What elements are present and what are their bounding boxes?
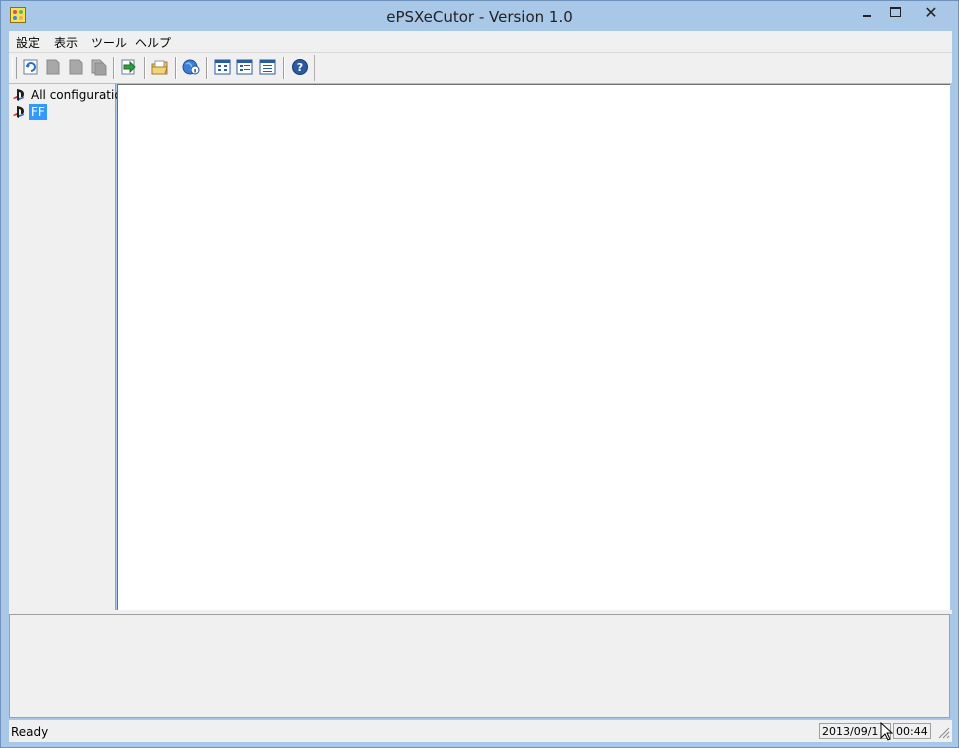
info-button[interactable]	[182, 58, 200, 76]
toolbar-separator	[206, 57, 208, 79]
list-view-icon	[259, 59, 276, 75]
toolbar: ?	[9, 53, 952, 84]
tree-item-all-configuration[interactable]: All configuration	[12, 87, 129, 103]
playstation-icon	[13, 106, 24, 118]
menu-tools[interactable]: ツール	[91, 34, 127, 51]
help-button[interactable]: ?	[291, 58, 309, 76]
document-icon	[69, 59, 83, 75]
resize-grip-icon[interactable]	[936, 725, 950, 739]
svg-text:?: ?	[297, 61, 303, 74]
large-icons-view-icon	[214, 59, 231, 75]
mouse-cursor-icon	[880, 722, 894, 741]
playstation-icon	[13, 89, 24, 101]
menu-help[interactable]: ヘルプ	[135, 34, 171, 51]
status-time: 00:44	[893, 723, 931, 739]
refresh-icon	[23, 59, 38, 75]
help-icon: ?	[292, 59, 308, 75]
open-folder-button[interactable]	[151, 58, 169, 76]
refresh-button[interactable]	[22, 58, 40, 76]
minimize-button[interactable]	[853, 3, 881, 25]
copy-document-button[interactable]	[90, 58, 108, 76]
title-bar[interactable]: ePSXeCutor - Version 1.0 ✕	[1, 1, 958, 31]
toolbar-grip[interactable]	[12, 57, 17, 79]
toolbar-end-separator	[314, 55, 315, 81]
document-copy-icon	[91, 59, 107, 76]
toolbar-separator	[113, 57, 115, 79]
menu-settings[interactable]: 設定	[16, 34, 40, 51]
toolbar-separator	[283, 57, 285, 79]
exit-arrow-icon	[121, 59, 136, 75]
game-list-pane[interactable]	[117, 84, 950, 611]
tree-item-label: FF	[29, 104, 47, 120]
status-text: Ready	[11, 725, 49, 739]
menu-view[interactable]: 表示	[54, 34, 78, 51]
status-bar: Ready 2013/09/1 00:44	[9, 720, 952, 742]
new-document-button[interactable]	[44, 58, 62, 76]
close-button[interactable]: ✕	[915, 3, 947, 25]
list-view-button[interactable]	[259, 58, 277, 76]
menu-bar: 設定 表示 ツール ヘルプ	[9, 31, 952, 53]
toolbar-separator	[144, 57, 146, 79]
minimize-icon	[863, 15, 871, 17]
config-tree[interactable]: All configuration FF	[9, 84, 129, 610]
edit-document-button[interactable]	[67, 58, 85, 76]
maximize-icon	[890, 7, 901, 17]
close-icon: ✕	[924, 3, 938, 22]
app-window: ePSXeCutor - Version 1.0 ✕ 設定 表示 ツール ヘルプ	[0, 0, 959, 748]
document-icon	[46, 59, 60, 75]
globe-info-icon	[182, 59, 200, 75]
folder-open-icon	[151, 60, 168, 75]
small-icons-view-icon	[236, 59, 253, 75]
small-icons-view-button[interactable]	[236, 58, 254, 76]
tree-item-label: All configuration	[31, 88, 130, 102]
window-title: ePSXeCutor - Version 1.0	[386, 8, 573, 26]
exit-button[interactable]	[120, 58, 138, 76]
log-pane[interactable]	[9, 614, 950, 718]
large-icons-view-button[interactable]	[214, 58, 232, 76]
toolbar-separator	[175, 57, 177, 79]
maximize-button[interactable]	[881, 3, 909, 25]
